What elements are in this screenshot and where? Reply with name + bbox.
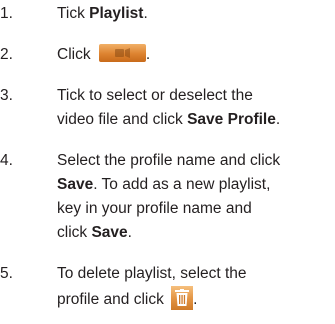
bold-term-save: Save (57, 176, 94, 193)
step-number: 5. (0, 265, 13, 282)
text-run: . (275, 111, 281, 128)
step-line: key in your profile name and (57, 197, 327, 221)
step-line: Select the profile name and click (57, 149, 327, 173)
step-text: To delete playlist, select the profile a… (57, 262, 327, 312)
bold-term-save: Save (91, 224, 128, 241)
text-run: video file and click (57, 111, 188, 128)
step-line: profile and click . (57, 286, 327, 312)
text-run: . To add as a new playlist, (93, 176, 271, 193)
step-text: Select the profile name and click Save. … (57, 149, 327, 245)
text-run: . (143, 5, 148, 22)
step-line: click Save. (57, 221, 327, 245)
step-line: Tick Playlist. (57, 2, 327, 26)
step-text: Tick to select or deselect the video fil… (57, 84, 327, 132)
step-text: Tick Playlist. (57, 2, 327, 26)
text-run: profile and click (57, 291, 169, 308)
step-line: Click . (57, 43, 327, 67)
text-run: click (57, 224, 92, 241)
step-number: 1. (0, 5, 13, 22)
text-run: . (145, 46, 151, 63)
text-run: Select the profile name and click (57, 152, 281, 169)
step-number: 2. (0, 46, 13, 63)
step-line: To delete playlist, select the (57, 262, 327, 286)
text-run: To delete playlist, select the (57, 265, 247, 282)
step-line: video file and click Save Profile. (57, 108, 327, 132)
trash-icon (171, 286, 194, 310)
text-run: . (127, 224, 132, 241)
text-run: Tick (57, 5, 90, 22)
playlist-save-icon (98, 44, 146, 62)
bold-term-playlist: Playlist (89, 5, 144, 22)
step-number: 4. (0, 152, 13, 169)
step-line: Tick to select or deselect the (57, 84, 327, 108)
text-run: key in your profile name and (57, 200, 252, 217)
step-number: 3. (0, 87, 13, 104)
step-line: Save. To add as a new playlist, (57, 173, 327, 197)
bold-term-save-profile: Save Profile (187, 111, 276, 128)
step-text: Click . (57, 43, 327, 67)
text-run: . (193, 291, 198, 308)
text-run: Tick to select or deselect the (57, 87, 253, 104)
text-run: Click (57, 46, 95, 63)
